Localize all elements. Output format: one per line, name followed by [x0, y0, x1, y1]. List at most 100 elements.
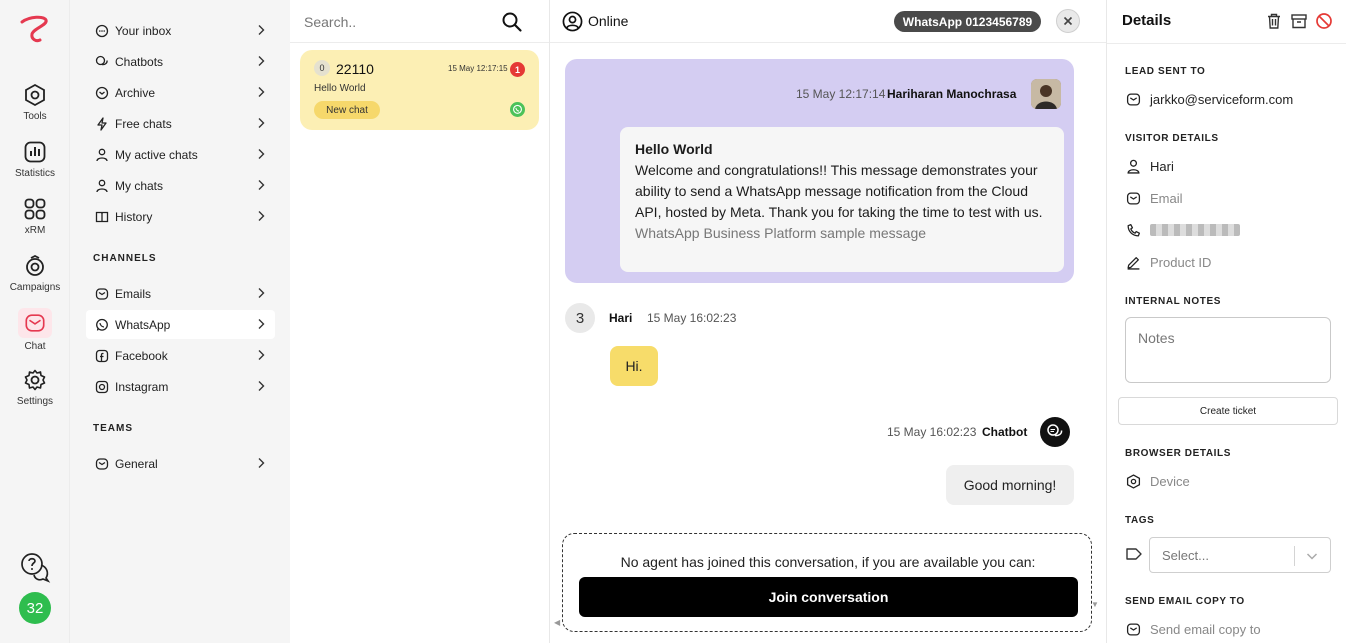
chat-card[interactable]: 0 22110 15 May 12:17:15 1 Hello World Ne…	[300, 50, 539, 130]
nav-item-label: WhatsApp	[115, 317, 171, 332]
scroll-down-arrow[interactable]: ▼	[1091, 600, 1099, 609]
nav-item-history[interactable]: History	[86, 202, 275, 231]
archive-icon	[95, 86, 109, 99]
nav-item-label: Chatbots	[115, 54, 164, 69]
chevron-down-icon	[1306, 553, 1318, 560]
divider	[1107, 43, 1346, 44]
rail-label: Tools	[23, 111, 47, 122]
user-circle-icon	[562, 11, 583, 32]
close-conversation-button[interactable]	[1056, 9, 1080, 33]
nav-item-my-active-chats[interactable]: My active chats	[86, 140, 275, 169]
notes-textarea[interactable]	[1125, 317, 1331, 383]
lead-email-row: jarkko@serviceform.com	[1125, 89, 1293, 109]
chevron-right-icon	[258, 211, 265, 221]
whatsapp-icon	[510, 102, 525, 117]
archive-icon[interactable]	[1290, 12, 1308, 30]
visitor-heading: VISITOR DETAILS	[1125, 133, 1219, 144]
nav-item-free-chats[interactable]: Free chats	[86, 109, 275, 138]
nav-item-your-inbox[interactable]: Your inbox	[86, 16, 275, 45]
bot-message: Good morning!	[946, 465, 1074, 505]
conversation-panel: Online WhatsApp 0123456789 15 May 12:17:…	[550, 0, 1107, 643]
rail-label: Campaigns	[9, 282, 61, 293]
navigation-panel: Your inbox Chatbots Archive Free chats M…	[70, 0, 290, 643]
envelope-icon	[1126, 623, 1140, 635]
chevron-right-icon	[258, 458, 265, 468]
nav-item-chatbots[interactable]: Chatbots	[86, 47, 275, 76]
nav-item-label: Facebook	[115, 348, 168, 363]
rail-item-chat[interactable]: Chat	[0, 308, 70, 352]
user-avatar-badge[interactable]: 32	[19, 592, 51, 624]
online-status: Online	[588, 13, 629, 29]
rail-item-tools[interactable]: Tools	[0, 82, 70, 122]
nav-item-instagram[interactable]: Instagram	[86, 372, 275, 401]
rail-label: Settings	[16, 396, 54, 407]
envelope-icon	[25, 314, 45, 332]
user-icon	[96, 148, 108, 161]
product-id-row[interactable]: Product ID	[1125, 252, 1211, 272]
visitor-avatar: 3	[565, 303, 595, 333]
left-rail: Tools Statistics xRM Campaigns Chat Sett…	[0, 0, 70, 643]
rail-item-statistics[interactable]: Statistics	[0, 139, 70, 179]
hexagon-icon	[25, 83, 45, 107]
hexagon-icon	[1126, 473, 1140, 489]
facebook-icon	[95, 349, 109, 362]
chevron-right-icon	[258, 25, 265, 35]
rail-item-settings[interactable]: Settings	[0, 367, 70, 407]
chat-list-panel: 0 22110 15 May 12:17:15 1 Hello World Ne…	[290, 0, 550, 643]
rail-item-xrm[interactable]: xRM	[0, 196, 70, 236]
email-copy-row[interactable]: Send email copy to	[1125, 619, 1261, 639]
scroll-left-arrow[interactable]: ◀	[554, 618, 560, 627]
visitor-email-row[interactable]: Email	[1125, 188, 1183, 208]
template-title: Hello World	[635, 141, 713, 157]
nav-item-label: History	[115, 209, 153, 224]
chat-bubble-icon	[95, 24, 109, 37]
help-chat-icon[interactable]	[19, 551, 51, 583]
nav-item-label: My active chats	[115, 147, 198, 162]
bolt-icon	[97, 116, 107, 131]
nav-item-emails[interactable]: Emails	[86, 279, 275, 308]
search-icon[interactable]	[501, 11, 523, 33]
teams-heading: TEAMS	[93, 423, 133, 434]
notes-heading: INTERNAL NOTES	[1125, 296, 1221, 307]
nav-item-archive[interactable]: Archive	[86, 78, 275, 107]
copy-heading: SEND EMAIL COPY TO	[1125, 596, 1245, 607]
visitor-phone-row[interactable]	[1125, 220, 1240, 240]
nav-item-label: Instagram	[115, 379, 169, 394]
block-icon[interactable]	[1315, 12, 1333, 30]
details-title: Details	[1122, 12, 1172, 29]
details-panel: Details LEAD SENT TO jarkko@serviceform.…	[1107, 0, 1346, 643]
trash-icon[interactable]	[1265, 12, 1283, 30]
redacted-phone	[1150, 224, 1240, 236]
join-conversation-button[interactable]: Join conversation	[579, 577, 1078, 617]
instagram-icon	[95, 380, 109, 393]
lead-heading: LEAD SENT TO	[1125, 66, 1206, 77]
nav-item-facebook[interactable]: Facebook	[86, 341, 275, 370]
create-ticket-button[interactable]: Create ticket	[1118, 397, 1338, 425]
bot-time: 15 May 16:02:23	[887, 425, 977, 439]
envelope-icon	[95, 287, 109, 300]
search-input[interactable]	[304, 12, 494, 32]
pencil-icon	[1127, 256, 1139, 270]
visitor-name-row[interactable]: Hari	[1125, 156, 1174, 176]
nav-item-my-chats[interactable]: My chats	[86, 171, 275, 200]
user-icon	[1126, 159, 1140, 174]
rail-label: xRM	[24, 225, 46, 236]
nav-item-label: Your inbox	[115, 23, 172, 38]
envelope-icon	[1126, 93, 1140, 105]
message-sender: Hariharan Manochrasa	[887, 87, 1017, 101]
template-message-card: Hello World Welcome and congratulations!…	[620, 127, 1064, 272]
chat-preview: Hello World	[314, 83, 366, 94]
join-conversation-box: No agent has joined this conversation, i…	[562, 533, 1092, 632]
envelope-icon	[95, 457, 109, 470]
visitor-email-placeholder: Email	[1150, 190, 1183, 206]
tags-select[interactable]: Select...	[1149, 537, 1331, 573]
nav-item-whatsapp[interactable]: WhatsApp	[86, 310, 275, 339]
rail-item-campaigns[interactable]: Campaigns	[0, 253, 70, 293]
agent-message: 15 May 12:17:14 Hariharan Manochrasa Hel…	[565, 59, 1074, 283]
chevron-right-icon	[258, 180, 265, 190]
device-row: Device	[1125, 471, 1190, 491]
phone-icon	[1127, 223, 1140, 236]
nav-item-label: Emails	[115, 286, 152, 301]
nav-item-general[interactable]: General	[86, 449, 275, 478]
join-prompt: No agent has joined this conversation, i…	[620, 554, 1036, 570]
